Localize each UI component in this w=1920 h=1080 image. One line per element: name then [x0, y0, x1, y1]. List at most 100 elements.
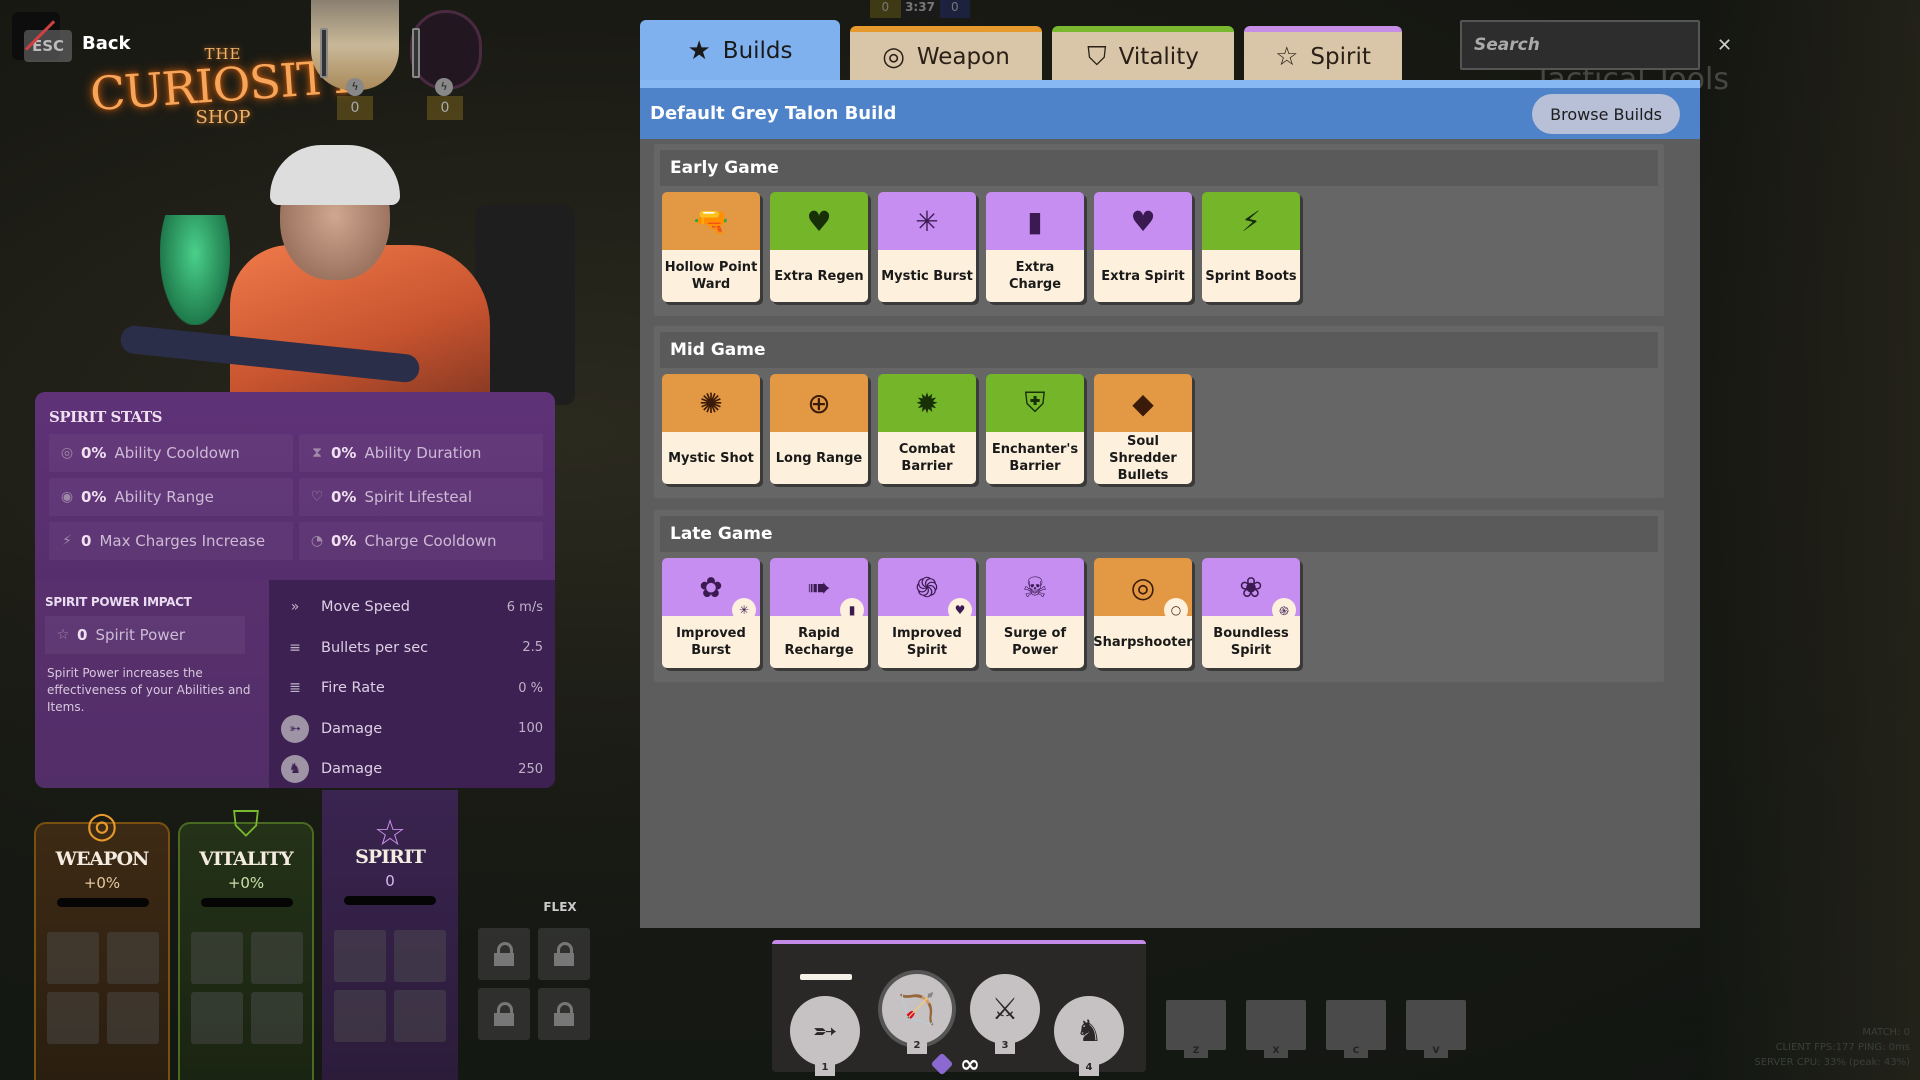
ability-bar: ➵ 1 🏹 2 ⚔ 3 ♞ 4 ∞ [772, 940, 1146, 1076]
section-items: ✺ Mystic Shot ⊕ Long Range ✹ Combat Barrier ⛨ E… [654, 368, 1664, 484]
locked-flex-slot[interactable] [478, 928, 530, 980]
item-name: Extra Charge [986, 250, 1084, 302]
weapon-item-icon: ◆ [1132, 386, 1154, 420]
vitality-item-icon: ⛨ [1024, 386, 1046, 419]
search-input[interactable] [1474, 35, 1717, 55]
impact-label: Damage [321, 761, 383, 777]
item-name: Improved Spirit [878, 616, 976, 668]
shop-item[interactable]: ⛨ Enchanter's Barrier [986, 374, 1084, 484]
shop-item[interactable]: ➠ ▮ Rapid Recharge [770, 558, 868, 668]
impact-row: ➳ Damage 100 [281, 710, 543, 748]
item-slot[interactable] [334, 930, 386, 982]
item-name: Sharpshooter [1094, 616, 1192, 668]
item-slot[interactable] [394, 930, 446, 982]
item-name: Extra Spirit [1094, 250, 1192, 302]
portrait-count: 0 [427, 96, 463, 120]
tab-builds[interactable]: ★ Builds [640, 20, 840, 82]
vitality-item-icon: ⚡ [1241, 204, 1261, 238]
tab-vitality[interactable]: ⛉ Vitality [1052, 26, 1234, 82]
shop-item[interactable]: ֍ ♥ Improved Spirit [878, 558, 976, 668]
item-icon-area: ✳ [878, 192, 976, 250]
shop-item[interactable]: ✳ Mystic Burst [878, 192, 976, 302]
item-slot[interactable] [191, 992, 243, 1044]
weapon-item-icon: ◎ [1130, 570, 1156, 604]
back-button[interactable]: ESC [12, 12, 72, 62]
shop-item[interactable]: ◆ Soul Shredder Bullets [1094, 374, 1192, 484]
item-slot[interactable] [191, 932, 243, 984]
spirit-stat-value: 0% [331, 532, 357, 550]
active-item-slot[interactable]: X [1246, 1000, 1306, 1058]
spirit-stat-label: Max Charges Increase [99, 532, 266, 550]
hero-hair [270, 145, 400, 205]
shop-item[interactable]: ▮ Extra Charge [986, 192, 1084, 302]
bullets-per-sec-icon: ≡ [289, 639, 301, 656]
shop-item[interactable]: ✺ Mystic Shot [662, 374, 760, 484]
lightning-icon: ϟ [435, 78, 453, 96]
spirit-stat-label: Spirit Lifesteal [364, 488, 472, 506]
item-icon-area: ⊕ [770, 374, 868, 432]
item-icon-area: ⚡ [1202, 192, 1300, 250]
active-item-slot[interactable]: C [1326, 1000, 1386, 1058]
item-name: Combat Barrier [878, 432, 976, 484]
guided-owl-icon: ♞ [1075, 1013, 1103, 1049]
ability-1[interactable]: ➵ 1 [790, 996, 860, 1076]
vitality-category[interactable]: ⛉ VITALITY +0% [178, 804, 314, 1080]
shop-item[interactable]: ❀ ֍ Boundless Spirit [1202, 558, 1300, 668]
shop-item[interactable]: 🔫 Hollow Point Ward [662, 192, 760, 302]
tab-weapon[interactable]: ◎ Weapon [850, 26, 1042, 82]
shop-item[interactable]: ⚡ Sprint Boots [1202, 192, 1300, 302]
item-name: Extra Regen [770, 250, 868, 302]
item-slot[interactable] [334, 990, 386, 1042]
item-slot[interactable] [251, 932, 303, 984]
portrait-health-bar [412, 28, 420, 78]
impact-row: ♞ Damage 250 [281, 750, 543, 788]
shop-item[interactable]: ⊕ Long Range [770, 374, 868, 484]
item-slot[interactable] [107, 992, 159, 1044]
rain-of-arrows-icon: 🏹 [898, 991, 936, 1027]
spirit-slots [334, 930, 446, 1042]
item-slot[interactable] [107, 932, 159, 984]
spirit-stat-label: Ability Range [114, 488, 214, 506]
item-slot[interactable] [394, 990, 446, 1042]
section-title: Mid Game [660, 332, 1658, 368]
item-name: Enchanter's Barrier [986, 432, 1084, 484]
shop-item[interactable]: ◎ ○ Sharpshooter [1094, 558, 1192, 668]
item-slot[interactable] [251, 992, 303, 1044]
active-item-slot[interactable]: Z [1166, 1000, 1226, 1058]
category-progress-bar [344, 896, 436, 905]
ability-3[interactable]: ⚔ 3 [970, 974, 1040, 1054]
tab-spirit[interactable]: ☆ Spirit [1244, 26, 1402, 82]
item-slot[interactable] [47, 992, 99, 1044]
browse-builds-button[interactable]: Browse Builds [1532, 94, 1680, 134]
ability-key: 4 [1079, 1060, 1099, 1076]
weapon-item-icon: ⊕ [807, 386, 831, 420]
shop-item[interactable]: ♥ Extra Spirit [1094, 192, 1192, 302]
component-item-icon: ✳ [732, 598, 756, 622]
item-icon-area: ✹ [878, 374, 976, 432]
ability-4[interactable]: ♞ 4 [1054, 996, 1124, 1076]
hotkey-label: X [1264, 1044, 1288, 1058]
spirit-item-icon: ▮ [1027, 204, 1043, 238]
locked-flex-slot[interactable] [478, 988, 530, 1040]
impact-label: Move Speed [321, 599, 410, 615]
ability-2[interactable]: 🏹 2 [882, 974, 952, 1054]
close-icon[interactable]: ✕ [1717, 35, 1732, 56]
spirit-category[interactable]: ☆ SPIRIT 0 [322, 790, 458, 1080]
spirit-stat-value: 0 [81, 532, 92, 550]
item-slot[interactable] [47, 932, 99, 984]
spirit-stat: ◉ 0% Ability Range [49, 478, 293, 516]
item-icon-area: ❀ ֍ [1202, 558, 1300, 622]
weapon-item-icon: ✺ [699, 386, 723, 420]
shop-item[interactable]: ☠ Surge of Power [986, 558, 1084, 668]
weapon-category[interactable]: ◎ WEAPON +0% [34, 805, 170, 1080]
item-icon-area: ♥ [1094, 192, 1192, 250]
spirit-stat-label: Ability Duration [364, 444, 482, 462]
locked-flex-slot[interactable] [538, 928, 590, 980]
locked-flex-slot[interactable] [538, 988, 590, 1040]
shop-item[interactable]: ✿ ✳ Improved Burst [662, 558, 760, 668]
shop-item[interactable]: ✹ Combat Barrier [878, 374, 976, 484]
impact-row: » Move Speed 6 m/s [281, 588, 543, 626]
impact-value: 6 m/s [506, 599, 543, 615]
active-item-slot[interactable]: V [1406, 1000, 1466, 1058]
shop-item[interactable]: ♥ Extra Regen [770, 192, 868, 302]
